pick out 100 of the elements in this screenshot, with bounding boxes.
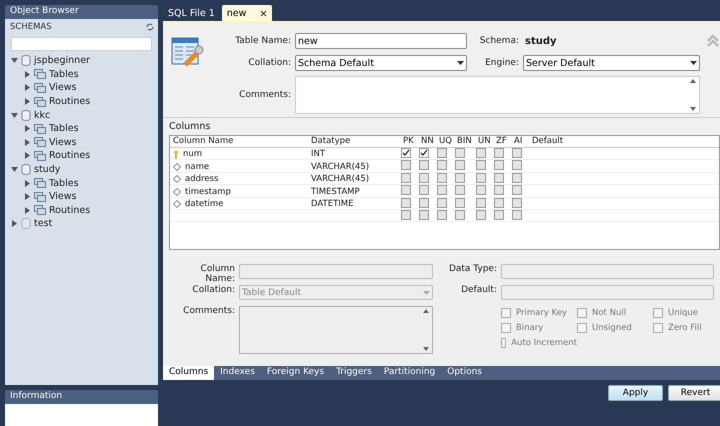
tree-item[interactable]: Routines — [5, 204, 158, 218]
scroll-down-icon[interactable] — [423, 347, 429, 352]
schema-item[interactable]: jspbeginner — [5, 54, 158, 68]
editor-tab[interactable]: Indexes — [214, 366, 261, 380]
tree-item[interactable]: Routines — [5, 149, 158, 163]
checkbox[interactable] — [512, 198, 522, 208]
search-field[interactable] — [11, 37, 152, 51]
checkbox[interactable] — [419, 185, 429, 196]
checkbox[interactable] — [512, 210, 522, 220]
refresh-icon[interactable] — [146, 23, 154, 31]
checkbox[interactable] — [455, 210, 465, 220]
tree-item[interactable]: Tables — [5, 176, 158, 190]
column-name-field[interactable] — [239, 264, 433, 280]
tree-item[interactable]: Routines — [5, 94, 158, 108]
tree-item[interactable]: Tables — [5, 68, 158, 82]
checkbox[interactable] — [401, 148, 411, 158]
checkbox[interactable] — [437, 172, 447, 183]
checkbox[interactable] — [476, 210, 486, 220]
option-checkbox[interactable]: Zero Fill — [653, 323, 713, 334]
collapse-icon[interactable] — [11, 112, 18, 119]
checkbox[interactable] — [401, 198, 411, 208]
checkbox[interactable] — [437, 185, 447, 196]
schema-item[interactable]: test — [5, 217, 158, 231]
column-header[interactable]: Column Name — [170, 136, 308, 146]
column-header[interactable]: UN — [475, 136, 493, 146]
checkbox[interactable] — [455, 160, 465, 170]
checkbox[interactable] — [455, 172, 465, 183]
comments-field[interactable] — [239, 306, 433, 354]
checkbox[interactable] — [437, 210, 447, 220]
checkbox[interactable] — [476, 160, 486, 170]
checkbox[interactable] — [455, 148, 465, 158]
checkbox[interactable] — [455, 185, 465, 196]
editor-tab[interactable]: Foreign Keys — [260, 366, 330, 380]
option-checkbox[interactable]: Unsigned — [577, 323, 653, 334]
data-type-field[interactable] — [501, 264, 714, 280]
checkbox[interactable] — [401, 172, 411, 183]
checkbox[interactable] — [476, 148, 486, 158]
table-name-field[interactable]: new — [295, 33, 467, 49]
option-checkbox[interactable]: Unique — [653, 308, 713, 318]
scroll-up-icon[interactable] — [423, 309, 429, 314]
collapse-icon[interactable] — [11, 57, 18, 64]
column-header[interactable]: AI — [511, 136, 529, 146]
checkbox[interactable] — [494, 210, 504, 220]
column-header[interactable]: Default — [529, 136, 719, 146]
revert-button[interactable]: Revert — [668, 385, 720, 401]
checkbox[interactable] — [512, 172, 522, 183]
column-header[interactable]: NN — [418, 136, 436, 146]
tree-item[interactable]: Tables — [5, 122, 158, 136]
editor-tab[interactable]: Options — [441, 366, 488, 380]
checkbox[interactable] — [476, 185, 486, 196]
checkbox[interactable] — [401, 185, 411, 196]
scroll-down-icon[interactable] — [690, 107, 696, 111]
checkbox[interactable] — [419, 148, 429, 158]
schema-item[interactable]: kkc — [5, 108, 158, 122]
editor-tab[interactable]: Triggers — [330, 366, 378, 380]
dropdown-caret-icon[interactable] — [690, 61, 697, 65]
checkbox[interactable] — [401, 210, 411, 220]
checkbox[interactable] — [437, 148, 447, 158]
apply-button[interactable]: Apply — [608, 385, 663, 401]
tree-item[interactable]: Views — [5, 136, 158, 150]
dropdown-caret-icon[interactable] — [457, 61, 464, 65]
scroll-up-icon[interactable] — [690, 79, 696, 83]
engine-dropdown[interactable]: Server Default — [523, 55, 700, 71]
collapse-icon[interactable] — [11, 166, 18, 174]
comments-field[interactable] — [295, 76, 700, 114]
schema-item[interactable]: study — [5, 162, 158, 176]
checkbox[interactable] — [419, 210, 429, 220]
checkbox[interactable] — [419, 198, 429, 208]
column-header[interactable]: PK — [400, 136, 418, 146]
checkbox[interactable] — [494, 185, 504, 196]
checkbox[interactable] — [494, 148, 504, 158]
checkbox[interactable] — [401, 160, 411, 170]
checkbox[interactable] — [494, 198, 504, 208]
option-checkbox[interactable]: Not Null — [577, 308, 653, 318]
editor-tab[interactable]: SQL File 1 — [163, 5, 220, 21]
checkbox[interactable] — [455, 198, 465, 208]
option-checkbox[interactable]: Auto Increment — [501, 338, 577, 348]
checkbox[interactable] — [476, 172, 486, 183]
checkbox[interactable] — [512, 148, 522, 158]
checkbox[interactable] — [512, 160, 522, 170]
checkbox[interactable] — [476, 198, 486, 208]
column-header[interactable]: BIN — [454, 136, 475, 146]
checkbox[interactable] — [437, 198, 447, 208]
checkbox[interactable] — [494, 160, 504, 170]
column-header[interactable]: ZF — [493, 136, 511, 146]
tree-item[interactable]: Views — [5, 81, 158, 95]
column-header[interactable]: Datatype — [308, 136, 400, 146]
option-checkbox[interactable]: Primary Key — [501, 308, 577, 318]
tree-item[interactable]: Views — [5, 190, 158, 204]
collation-dropdown[interactable]: Schema Default — [295, 55, 467, 71]
option-checkbox[interactable]: Binary — [501, 323, 577, 334]
checkbox[interactable] — [419, 172, 429, 183]
close-icon[interactable] — [260, 10, 268, 16]
checkbox[interactable] — [437, 160, 447, 170]
column-header[interactable]: UQ — [436, 136, 454, 146]
default-field[interactable] — [501, 285, 714, 300]
checkbox[interactable] — [512, 185, 522, 196]
checkbox[interactable] — [494, 172, 504, 183]
expand-icon[interactable] — [11, 220, 18, 228]
checkbox[interactable] — [419, 160, 429, 170]
